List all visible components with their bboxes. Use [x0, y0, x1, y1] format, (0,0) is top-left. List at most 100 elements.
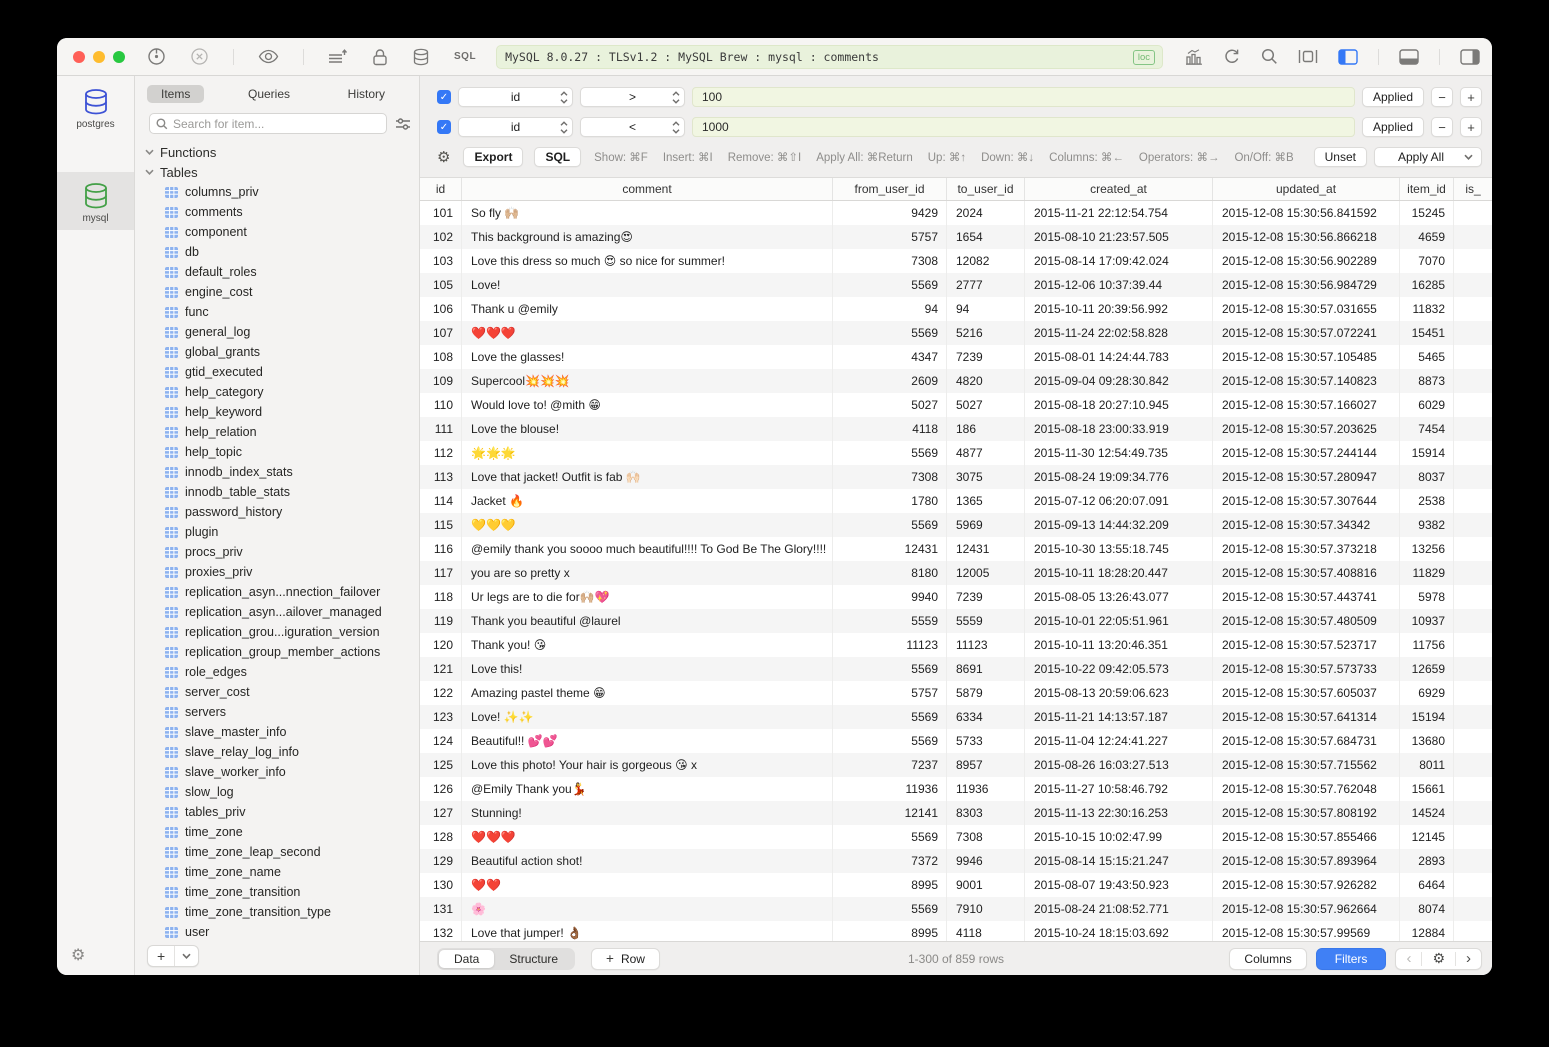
filter-value-input[interactable]: 1000 — [692, 117, 1355, 137]
cell-is_[interactable] — [1454, 705, 1492, 729]
cell-created_at[interactable]: 2015-07-12 06:20:07.091 — [1025, 489, 1213, 513]
focus-mode-icon[interactable] — [1298, 49, 1318, 64]
sidebar-table-item[interactable]: help_category — [135, 382, 419, 402]
column-header-to_user_id[interactable]: to_user_id — [947, 178, 1025, 200]
cell-is_[interactable] — [1454, 489, 1492, 513]
table-row[interactable]: 116@emily thank you soooo much beautiful… — [420, 537, 1492, 561]
cell-created_at[interactable]: 2015-08-18 20:27:10.945 — [1025, 393, 1213, 417]
cell-updated_at[interactable]: 2015-12-08 15:30:57.072241 — [1213, 321, 1400, 345]
cell-item_id[interactable]: 15245 — [1400, 201, 1454, 225]
cell-item_id[interactable]: 7070 — [1400, 249, 1454, 273]
cell-comment[interactable]: Ur legs are to die for🙌🏼💖 — [462, 585, 833, 609]
sidebar-table-item[interactable]: slow_log — [135, 782, 419, 802]
tab-items[interactable]: Items — [147, 85, 204, 103]
table-row[interactable]: 124Beautiful!! 💕💕556957332015-11-04 12:2… — [420, 729, 1492, 753]
cell-updated_at[interactable]: 2015-12-08 15:30:57.244144 — [1213, 441, 1400, 465]
columns-button[interactable]: Columns — [1229, 948, 1306, 970]
cell-created_at[interactable]: 2015-08-18 23:00:33.919 — [1025, 417, 1213, 441]
previous-page-button[interactable]: ‹ — [1396, 950, 1421, 967]
filter-operator-select[interactable]: > — [580, 87, 685, 107]
cell-id[interactable]: 117 — [420, 561, 462, 585]
cell-updated_at[interactable]: 2015-12-08 15:30:57.307644 — [1213, 489, 1400, 513]
sidebar-table-item[interactable]: slave_relay_log_info — [135, 742, 419, 762]
filter-column-select[interactable]: id — [458, 87, 573, 107]
cell-id[interactable]: 125 — [420, 753, 462, 777]
cell-from_user_id[interactable]: 2609 — [833, 369, 947, 393]
cell-is_[interactable] — [1454, 825, 1492, 849]
cell-comment[interactable]: Love this photo! Your hair is gorgeous 😘… — [462, 753, 833, 777]
cell-from_user_id[interactable]: 5569 — [833, 897, 947, 921]
lock-icon[interactable] — [372, 48, 388, 66]
table-row[interactable]: 118Ur legs are to die for🙌🏼💖994072392015… — [420, 585, 1492, 609]
cell-id[interactable]: 120 — [420, 633, 462, 657]
cell-from_user_id[interactable]: 12431 — [833, 537, 947, 561]
column-header-item_id[interactable]: item_id — [1400, 178, 1454, 200]
filter-column-select[interactable]: id — [458, 117, 573, 137]
cell-item_id[interactable]: 8011 — [1400, 753, 1454, 777]
sidebar-table-item[interactable]: tables_priv — [135, 802, 419, 822]
column-header-from_user_id[interactable]: from_user_id — [833, 178, 947, 200]
cell-updated_at[interactable]: 2015-12-08 15:30:57.166027 — [1213, 393, 1400, 417]
cell-created_at[interactable]: 2015-08-26 16:03:27.513 — [1025, 753, 1213, 777]
cell-created_at[interactable]: 2015-08-01 14:24:44.783 — [1025, 345, 1213, 369]
cell-id[interactable]: 111 — [420, 417, 462, 441]
minimize-window-button[interactable] — [93, 51, 105, 63]
cell-created_at[interactable]: 2015-10-22 09:42:05.573 — [1025, 657, 1213, 681]
cell-id[interactable]: 114 — [420, 489, 462, 513]
cell-updated_at[interactable]: 2015-12-08 15:30:57.480509 — [1213, 609, 1400, 633]
cell-updated_at[interactable]: 2015-12-08 15:30:57.203625 — [1213, 417, 1400, 441]
cell-updated_at[interactable]: 2015-12-08 15:30:56.841592 — [1213, 201, 1400, 225]
sidebar-table-item[interactable]: procs_priv — [135, 542, 419, 562]
cell-is_[interactable] — [1454, 345, 1492, 369]
cell-from_user_id[interactable]: 7308 — [833, 249, 947, 273]
cell-from_user_id[interactable]: 5569 — [833, 825, 947, 849]
cell-comment[interactable]: Jacket 🔥 — [462, 489, 833, 513]
cell-comment[interactable]: Thank you! 😘 — [462, 633, 833, 657]
cell-is_[interactable] — [1454, 609, 1492, 633]
cell-to_user_id[interactable]: 8303 — [947, 801, 1025, 825]
table-row[interactable]: 101So fly 🙌🏼942920242015-11-21 22:12:54.… — [420, 201, 1492, 225]
cell-item_id[interactable]: 15451 — [1400, 321, 1454, 345]
tab-queries[interactable]: Queries — [234, 85, 304, 103]
cell-id[interactable]: 107 — [420, 321, 462, 345]
cell-updated_at[interactable]: 2015-12-08 15:30:57.855466 — [1213, 825, 1400, 849]
cell-updated_at[interactable]: 2015-12-08 15:30:57.893964 — [1213, 849, 1400, 873]
add-row-button[interactable]: + Row — [591, 948, 660, 970]
cell-comment[interactable]: Thank you beautiful @laurel — [462, 609, 833, 633]
cell-is_[interactable] — [1454, 873, 1492, 897]
export-button[interactable]: Export — [463, 147, 523, 167]
cell-updated_at[interactable]: 2015-12-08 15:30:57.031655 — [1213, 297, 1400, 321]
cell-item_id[interactable]: 16285 — [1400, 273, 1454, 297]
cell-item_id[interactable]: 9382 — [1400, 513, 1454, 537]
sidebar-table-item[interactable]: component — [135, 222, 419, 242]
cell-created_at[interactable]: 2015-08-07 19:43:50.923 — [1025, 873, 1213, 897]
table-row[interactable]: 111Love the blouse!41181862015-08-18 23:… — [420, 417, 1492, 441]
cell-to_user_id[interactable]: 7910 — [947, 897, 1025, 921]
tab-history[interactable]: History — [334, 85, 399, 103]
cell-is_[interactable] — [1454, 561, 1492, 585]
cell-updated_at[interactable]: 2015-12-08 15:30:56.984729 — [1213, 273, 1400, 297]
cell-is_[interactable] — [1454, 321, 1492, 345]
cell-created_at[interactable]: 2015-08-24 21:08:52.771 — [1025, 897, 1213, 921]
cell-is_[interactable] — [1454, 777, 1492, 801]
table-row[interactable]: 112🌟🌟🌟556948772015-11-30 12:54:49.735201… — [420, 441, 1492, 465]
cell-item_id[interactable]: 4659 — [1400, 225, 1454, 249]
filter-applied-button[interactable]: Applied — [1362, 117, 1424, 137]
cell-item_id[interactable]: 11829 — [1400, 561, 1454, 585]
cell-updated_at[interactable]: 2015-12-08 15:30:56.866218 — [1213, 225, 1400, 249]
cell-from_user_id[interactable]: 5027 — [833, 393, 947, 417]
cell-from_user_id[interactable]: 11936 — [833, 777, 947, 801]
cell-id[interactable]: 106 — [420, 297, 462, 321]
cell-is_[interactable] — [1454, 201, 1492, 225]
cell-to_user_id[interactable]: 2777 — [947, 273, 1025, 297]
cell-id[interactable]: 123 — [420, 705, 462, 729]
cell-comment[interactable]: @emily thank you soooo much beautiful!!!… — [462, 537, 833, 561]
sidebar-table-item[interactable]: columns_priv — [135, 182, 419, 202]
cell-from_user_id[interactable]: 4347 — [833, 345, 947, 369]
sidebar-table-item[interactable]: innodb_table_stats — [135, 482, 419, 502]
cell-created_at[interactable]: 2015-10-30 13:55:18.745 — [1025, 537, 1213, 561]
cell-item_id[interactable]: 8037 — [1400, 465, 1454, 489]
cell-updated_at[interactable]: 2015-12-08 15:30:57.34342 — [1213, 513, 1400, 537]
cell-item_id[interactable]: 11832 — [1400, 297, 1454, 321]
cell-id[interactable]: 103 — [420, 249, 462, 273]
